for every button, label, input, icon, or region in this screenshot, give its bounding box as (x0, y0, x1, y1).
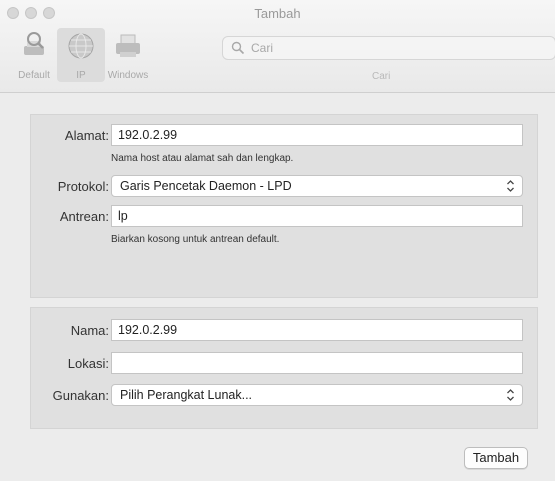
printer-address-panel: Alamat: 192.0.2.99 Nama host atau alamat… (30, 114, 538, 298)
search-input[interactable] (249, 40, 533, 56)
add-printer-window: Tambah Default IP Windows Cari Cari Alam… (0, 0, 555, 481)
alamat-hint: Nama host atau alamat sah dan lengkap. (111, 153, 294, 164)
protokol-label: Protokol: (57, 179, 109, 194)
search-label: Cari (372, 71, 391, 82)
tool-default-label: Default (18, 70, 50, 81)
lokasi-label: Lokasi: (67, 356, 109, 371)
gunakan-label: Gunakan: (52, 388, 109, 403)
antrean-field[interactable]: lp (111, 205, 523, 227)
lokasi-field[interactable] (111, 352, 523, 374)
gunakan-select[interactable]: Pilih Perangkat Lunak... (111, 384, 523, 406)
protokol-value: Garis Pencetak Daemon - LPD (120, 179, 292, 193)
tool-windows-label: Windows (107, 70, 149, 81)
chevron-updown-icon (507, 389, 514, 401)
alamat-label: Alamat: (64, 128, 109, 143)
search-icon (231, 41, 245, 55)
antrean-label: Antrean: (59, 209, 109, 224)
tool-default[interactable]: Default (10, 28, 58, 82)
add-button[interactable]: Tambah (464, 447, 528, 469)
alamat-field[interactable]: 192.0.2.99 (111, 124, 523, 146)
printer-default-icon (24, 32, 44, 55)
tool-ip[interactable]: IP (57, 28, 105, 82)
gunakan-value: Pilih Perangkat Lunak... (120, 388, 253, 402)
search-field[interactable] (222, 36, 555, 60)
globe-ip-icon (68, 33, 94, 59)
nama-label: Nama: (70, 323, 109, 338)
protokol-select[interactable]: Garis Pencetak Daemon - LPD (111, 175, 523, 197)
nama-field[interactable]: 192.0.2.99 (111, 319, 523, 341)
printer-info-panel: Nama: 192.0.2.99 Lokasi: Gunakan: Pilih … (30, 307, 538, 429)
toolbar: Tambah Default IP Windows Cari Cari (0, 0, 555, 93)
window-title: Tambah (254, 6, 301, 21)
chevron-updown-icon (507, 180, 514, 192)
antrean-hint: Biarkan kosong untuk antrean default. (111, 234, 280, 245)
tool-windows[interactable]: Windows (104, 28, 152, 82)
windows-printer-icon (116, 34, 140, 57)
tool-ip-label: IP (76, 70, 86, 81)
